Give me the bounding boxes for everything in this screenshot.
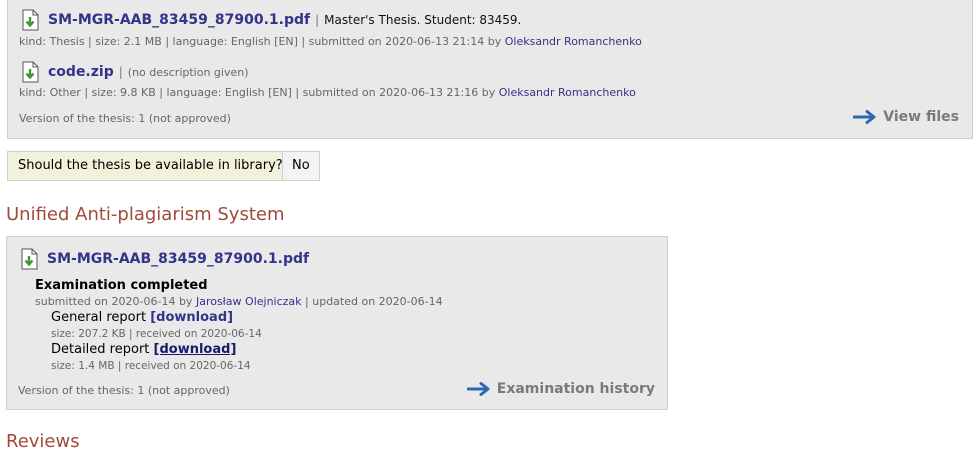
general-report-label: General report xyxy=(51,310,147,325)
library-answer: No xyxy=(282,151,320,181)
file-row: code.zip | (no description given) xyxy=(19,61,249,83)
general-report: General report [download] xyxy=(51,310,233,325)
file-link-code[interactable]: code.zip xyxy=(48,64,114,80)
general-report-meta: size: 207.2 KB | received on 2020-06-14 xyxy=(51,328,262,340)
file-row: SM-MGR-AAB_83459_87900.1.pdf xyxy=(18,248,309,270)
section-title-anti-plagiarism: Unified Anti-plagiarism System xyxy=(6,204,285,225)
anti-plagiarism-panel: SM-MGR-AAB_83459_87900.1.pdf Examination… xyxy=(6,236,668,410)
file-download-icon xyxy=(22,9,39,31)
section-title-reviews: Reviews xyxy=(6,431,80,452)
examiner-link[interactable]: Jarosław Olejniczak xyxy=(196,295,302,308)
file-meta: kind: Thesis | size: 2.1 MB | language: … xyxy=(19,35,642,48)
separator: | xyxy=(118,65,123,79)
file-download-icon xyxy=(22,61,39,83)
file-download-icon xyxy=(21,248,38,270)
exam-meta: submitted on 2020-06-14 by Jarosław Olej… xyxy=(35,295,443,308)
file-description: (no description given) xyxy=(127,65,249,79)
general-report-download-link[interactable]: [download] xyxy=(150,310,233,325)
examination-history-button[interactable]: Examination history xyxy=(466,381,655,397)
view-files-label: View files xyxy=(883,109,959,125)
files-panel: SM-MGR-AAB_83459_87900.1.pdf | Master's … xyxy=(7,0,973,139)
arrow-right-icon xyxy=(466,382,490,396)
author-link[interactable]: Oleksandr Romanchenko xyxy=(499,86,636,99)
detailed-report-download-link[interactable]: [download] xyxy=(154,342,237,357)
file-row: SM-MGR-AAB_83459_87900.1.pdf | Master's … xyxy=(19,9,521,31)
arrow-right-icon xyxy=(853,110,876,124)
exam-updated-text: | updated on 2020-06-14 xyxy=(305,295,443,308)
thesis-version: Version of the thesis: 1 (not approved) xyxy=(18,384,230,397)
detailed-report: Detailed report [download] xyxy=(51,342,236,357)
examination-history-label: Examination history xyxy=(496,381,655,397)
exam-status: Examination completed xyxy=(35,278,208,293)
file-link-thesis[interactable]: SM-MGR-AAB_83459_87900.1.pdf xyxy=(48,12,310,28)
author-link[interactable]: Oleksandr Romanchenko xyxy=(505,35,642,48)
view-files-button[interactable]: View files xyxy=(853,109,959,125)
separator: | xyxy=(315,13,320,27)
file-meta: kind: Other | size: 9.8 KB | language: E… xyxy=(19,86,636,99)
exam-submitted-text: submitted on 2020-06-14 by xyxy=(35,295,193,308)
file-meta-text: kind: Thesis | size: 2.1 MB | language: … xyxy=(19,35,502,48)
detailed-report-label: Detailed report xyxy=(51,342,150,357)
thesis-version: Version of the thesis: 1 (not approved) xyxy=(19,112,231,125)
detailed-report-meta: size: 1.4 MB | received on 2020-06-14 xyxy=(51,360,251,372)
file-link-examined[interactable]: SM-MGR-AAB_83459_87900.1.pdf xyxy=(47,251,309,267)
file-description: Master's Thesis. Student: 83459. xyxy=(324,13,522,27)
file-meta-text: kind: Other | size: 9.8 KB | language: E… xyxy=(19,86,496,99)
library-question: Should the thesis be available in librar… xyxy=(7,151,294,181)
